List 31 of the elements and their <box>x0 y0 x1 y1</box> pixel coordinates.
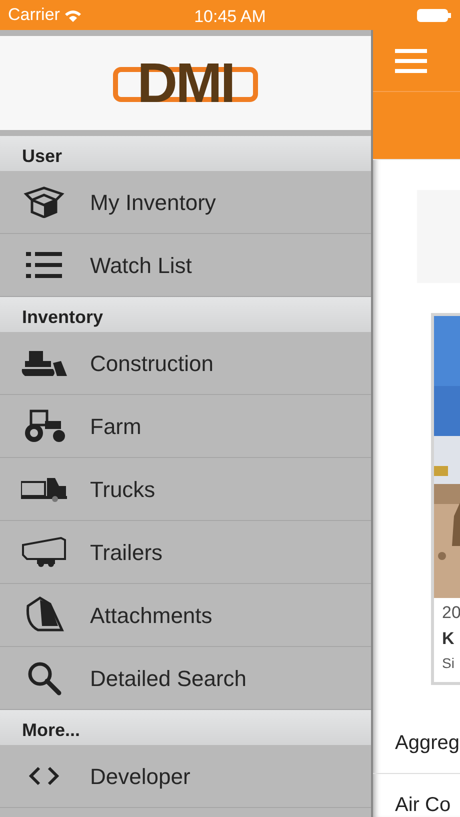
code-icon <box>29 766 59 786</box>
menu-item-label: Attachments <box>90 602 212 630</box>
list-icon <box>26 252 62 278</box>
listing-card[interactable]: 20 K Si <box>431 313 460 685</box>
menu-item-label: Farm <box>90 412 142 440</box>
category-item[interactable]: Aggreg <box>373 712 460 774</box>
menu-item-label: Detailed Search <box>90 664 247 692</box>
bulldozer-icon <box>21 349 67 377</box>
menu-item-label: My Inventory <box>90 188 216 217</box>
menu-item-label: Trucks <box>90 476 156 504</box>
category-item[interactable]: Air Co <box>373 774 460 817</box>
menu-item-label: Watch List <box>90 252 192 280</box>
menu-item-label: Developer <box>90 762 190 791</box>
listing-year: 20 <box>441 602 460 624</box>
listing-location: Si <box>441 654 456 673</box>
menu-button[interactable] <box>395 48 427 72</box>
wifi-icon <box>64 8 82 22</box>
truck-icon <box>21 476 67 502</box>
trailer-icon <box>21 537 67 567</box>
menu-item-label: Construction <box>90 350 214 378</box>
status-time: 10:45 AM <box>194 6 266 28</box>
battery-icon <box>417 9 451 22</box>
carrier-name: Carrier <box>8 4 60 26</box>
box-icon <box>22 186 66 218</box>
listing-title: K <box>441 628 456 650</box>
section-header: Inventory <box>0 297 371 332</box>
section-header: User <box>0 136 371 171</box>
bucket-icon <box>24 596 64 634</box>
menu-item-label: Trailers <box>90 538 163 566</box>
search-icon <box>26 660 62 696</box>
section-header: More... <box>0 710 371 745</box>
